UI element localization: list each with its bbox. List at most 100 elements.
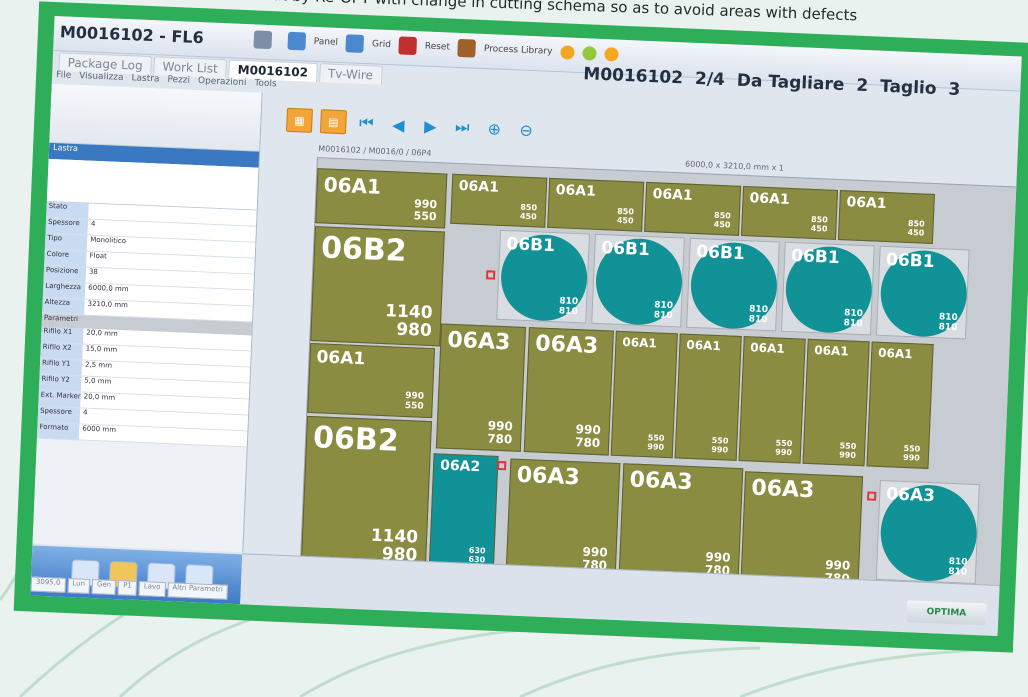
piece-name: 06A3 xyxy=(534,331,599,360)
circle-piece-slot[interactable]: 06B1 810 810 xyxy=(875,245,970,340)
piece-height: 810 xyxy=(748,314,768,326)
piece-height: 780 xyxy=(574,434,601,451)
rect-piece[interactable]: 06A1 550 990 xyxy=(674,333,742,461)
app-title: M0016102 - FL6 xyxy=(59,22,205,48)
first-icon[interactable]: ⏮ xyxy=(354,112,379,135)
piece-name: 06A1 xyxy=(622,335,658,351)
piece-name: 06B1 xyxy=(600,238,651,261)
rect-piece[interactable]: 06A1 850 450 xyxy=(547,177,645,232)
circle-piece-slot[interactable]: 06B1 810 810 xyxy=(781,241,875,336)
property-key: Altezza xyxy=(42,297,85,315)
piece-height: 990 xyxy=(775,447,793,458)
prev-icon[interactable]: ◀ xyxy=(386,113,411,136)
piece-name: 06B1 xyxy=(790,246,841,269)
rect-piece[interactable]: 06A1 550 990 xyxy=(866,341,934,469)
property-key: Stato xyxy=(46,201,89,219)
property-key: Ext. Marker xyxy=(38,390,81,408)
rect-piece[interactable]: 06A1 990 550 xyxy=(315,168,448,229)
layout-view-icon[interactable]: ▦ xyxy=(285,107,313,133)
property-key: Larghezza xyxy=(42,281,86,299)
status-cell: Lavo xyxy=(138,581,166,598)
rect-piece[interactable]: 06A1 850 450 xyxy=(837,190,935,244)
property-key: Spessore xyxy=(37,406,81,424)
cutting-canvas[interactable]: M0016102 / M0016/0 / 06P4 6000,0 x 3210,… xyxy=(299,144,1022,609)
rect-piece[interactable]: 06A1 550 990 xyxy=(738,336,806,464)
rect-piece[interactable]: 06A3 990780 xyxy=(523,327,614,456)
circle-piece-slot[interactable]: 06B1 810 810 xyxy=(496,229,590,324)
grid-icon[interactable] xyxy=(345,34,365,53)
quick-toolbar: Panel Grid Reset Process Library xyxy=(253,30,619,63)
slanted-piece[interactable]: 06A2 630 630 xyxy=(428,453,499,571)
next-icon[interactable]: ▶ xyxy=(418,114,443,137)
cut-value: 3 xyxy=(948,79,961,100)
status-cell: Lun xyxy=(66,578,91,594)
rect-piece[interactable]: 06A3990780 xyxy=(740,471,864,592)
rect-piece[interactable]: 06A1 850 450 xyxy=(450,173,548,228)
property-list-2: Rifilo X1 20,0 mm Rifilo X2 15,0 mm Rifilo Y… xyxy=(36,326,252,448)
reset-icon[interactable] xyxy=(398,36,418,56)
menu-item[interactable]: Pezzi xyxy=(167,75,190,86)
piece-height: 810 xyxy=(938,322,958,334)
menu-item[interactable]: Tools xyxy=(254,78,277,89)
piece-height: 450 xyxy=(810,224,828,234)
menu-item[interactable]: File xyxy=(56,70,71,81)
piece-dimensions: 850 450 xyxy=(907,219,925,238)
menu-item[interactable]: Lastra xyxy=(131,73,159,84)
person-icon[interactable] xyxy=(457,38,477,58)
sheet-counter: 2/4 xyxy=(694,68,726,91)
piece-height: 990 xyxy=(902,453,921,463)
piece-dimensions: 810 810 xyxy=(654,301,674,323)
piece-height: 550 xyxy=(413,209,437,224)
circle-piece-slot[interactable]: 06B1 810 810 xyxy=(591,233,685,328)
piece-name: 06A1 xyxy=(846,194,887,212)
piece-name: 06A1 xyxy=(458,178,500,196)
rect-piece[interactable]: 06B2 1140 980 xyxy=(300,415,432,572)
menu-item[interactable]: Visualizza xyxy=(79,71,124,83)
piece-dimensions: 810 810 xyxy=(748,305,769,327)
rect-piece[interactable]: 06A1 850 450 xyxy=(741,185,839,240)
piece-dimensions: 550 990 xyxy=(711,436,728,455)
piece-dimensions: 990780 xyxy=(574,422,601,451)
rect-piece[interactable]: 06A1 850 450 xyxy=(644,181,742,236)
circle-piece-slot[interactable]: 06B1 810 810 xyxy=(686,237,780,332)
status-light-icon xyxy=(582,46,597,61)
rect-piece[interactable]: 06A1 990 550 xyxy=(307,342,436,419)
piece-height: 450 xyxy=(713,219,731,230)
piece-name: 06A1 xyxy=(323,172,382,199)
property-key: Spessore xyxy=(45,217,89,235)
piece-width: 1140 xyxy=(370,525,419,548)
property-key: Formato xyxy=(36,422,80,440)
rect-piece[interactable]: 06A1 550 990 xyxy=(802,338,870,467)
circle-piece-slot[interactable]: 06A3 810 810 xyxy=(875,479,980,585)
piece-dimensions: 550 990 xyxy=(902,444,921,463)
rect-piece[interactable]: 06A1 550 990 xyxy=(610,330,678,459)
reset-label: Reset xyxy=(424,41,451,53)
rect-piece[interactable]: 06A3990780 xyxy=(435,323,526,452)
grid-label: Grid xyxy=(371,39,392,51)
screenshot-frame: M0016102 - FL6 Panel Grid Reset Process Lib… xyxy=(13,1,1028,653)
property-key: Rifilo X2 xyxy=(40,342,83,360)
order-number: M0016102 xyxy=(582,64,684,89)
schema-view-icon[interactable]: ▤ xyxy=(319,109,347,135)
piece-name: 06A2 xyxy=(439,457,481,476)
property-key: Tipo xyxy=(44,233,88,251)
tab-tv-wire[interactable]: Tv-Wire xyxy=(318,63,383,85)
property-list: Stato Spessore 4 Tipo Monolitico Colore Float P… xyxy=(42,201,257,323)
piece-dimensions: 1140 980 xyxy=(384,301,433,342)
layout-icon[interactable] xyxy=(287,31,307,51)
menu-item[interactable]: Operazioni xyxy=(198,76,247,88)
save-icon[interactable] xyxy=(253,30,273,50)
rect-piece[interactable]: 06A3990780 xyxy=(618,463,744,584)
canvas-header-left: M0016102 / M0016/0 / 06P4 xyxy=(318,144,432,158)
navigation-toolbar: ▦ ▤ ⏮ ◀ ▶ ⏭ ⊕ ⊖ xyxy=(285,107,539,143)
piece-dimensions: 850 450 xyxy=(713,211,731,230)
zoom-out-icon[interactable]: ⊖ xyxy=(514,118,539,141)
property-key: Posizione xyxy=(43,265,87,283)
zoom-in-icon[interactable]: ⊕ xyxy=(482,117,507,140)
last-icon[interactable]: ⏭ xyxy=(450,116,475,139)
canvas-header-mid: 6000,0 x 3210,0 mm x 1 xyxy=(684,159,785,173)
piece-dimensions: 850 450 xyxy=(810,215,828,234)
rect-piece[interactable]: 06A3990780 xyxy=(505,458,621,578)
rect-piece[interactable]: 06B2 1140 980 xyxy=(310,226,445,347)
piece-height: 450 xyxy=(907,228,925,238)
